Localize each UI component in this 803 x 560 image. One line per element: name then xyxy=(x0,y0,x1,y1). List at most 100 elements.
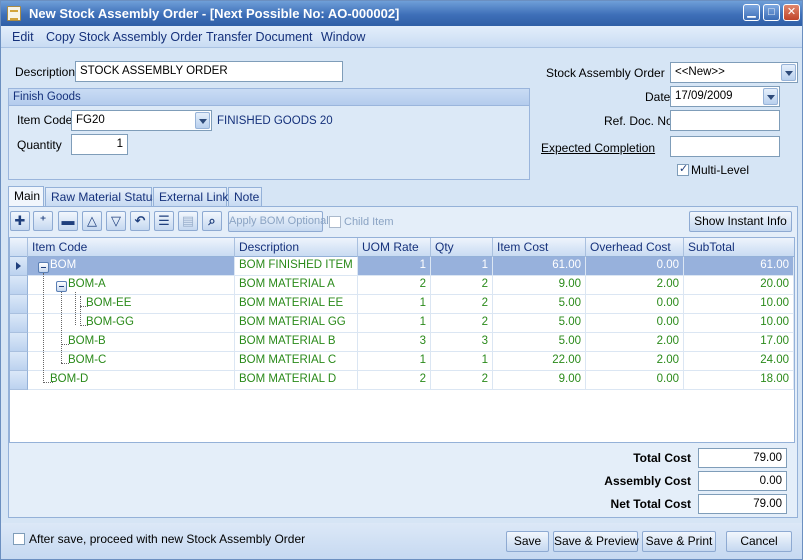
cell-subtotal[interactable]: 61.00 xyxy=(684,257,794,276)
date-picker[interactable]: 17/09/2009 xyxy=(670,86,780,107)
apply-bom-optional-button[interactable]: Apply BOM Optional xyxy=(228,211,329,232)
minimize-button[interactable]: ▁ xyxy=(743,4,760,21)
cell-qty[interactable]: 2 xyxy=(431,371,493,390)
cell-item-code[interactable]: BOM-B xyxy=(28,333,235,352)
table-row[interactable]: BOM-B BOM MATERIAL B 3 3 5.00 2.00 17.00 xyxy=(10,333,794,352)
cell-uom[interactable]: 2 xyxy=(358,276,431,295)
cell-qty[interactable]: 3 xyxy=(431,333,493,352)
tab-raw-material-status[interactable]: Raw Material Status xyxy=(45,187,158,206)
row-indicator[interactable] xyxy=(10,276,28,295)
title-bar[interactable]: New Stock Assembly Order - [Next Possibl… xyxy=(1,1,802,26)
cell-uom[interactable]: 2 xyxy=(358,371,431,390)
cell-item-code[interactable]: BOM xyxy=(28,257,235,276)
description-input[interactable]: STOCK ASSEMBLY ORDER xyxy=(75,61,343,82)
menu-window[interactable]: Window xyxy=(321,30,365,44)
cell-cost[interactable]: 61.00 xyxy=(493,257,586,276)
cell-overhead[interactable]: 0.00 xyxy=(586,295,684,314)
row-indicator[interactable] xyxy=(10,371,28,390)
cell-cost[interactable]: 22.00 xyxy=(493,352,586,371)
cell-desc[interactable]: BOM MATERIAL EE xyxy=(235,295,358,314)
menu-copy-stock-assembly-order[interactable]: Copy Stock Assembly Order xyxy=(46,30,202,44)
cell-desc[interactable]: BOM MATERIAL D xyxy=(235,371,358,390)
collapse-icon[interactable] xyxy=(56,281,67,292)
table-row[interactable]: BOM BOM FINISHED ITEM 1 1 61.00 0.00 61.00 xyxy=(10,257,794,276)
cell-uom[interactable]: 3 xyxy=(358,333,431,352)
list-icon[interactable]: ☰ xyxy=(154,211,174,231)
items-grid[interactable]: Item Code Description UOM Rate Qty Item … xyxy=(9,237,795,443)
cell-qty[interactable]: 2 xyxy=(431,295,493,314)
cell-cost[interactable]: 9.00 xyxy=(493,371,586,390)
save-button[interactable]: Save xyxy=(506,531,549,552)
quantity-input[interactable]: 1 xyxy=(71,134,128,155)
cell-subtotal[interactable]: 10.00 xyxy=(684,295,794,314)
row-indicator[interactable] xyxy=(10,333,28,352)
row-indicator[interactable] xyxy=(10,295,28,314)
item-code-combo[interactable]: FG20 xyxy=(71,110,212,131)
close-button[interactable]: ✕ xyxy=(783,4,800,21)
cell-qty[interactable]: 1 xyxy=(431,257,493,276)
collapse-icon[interactable] xyxy=(38,262,49,273)
save-print-button[interactable]: Save & Print xyxy=(642,531,716,552)
cell-cost[interactable]: 5.00 xyxy=(493,295,586,314)
expected-completion-input[interactable] xyxy=(670,136,780,157)
cell-desc[interactable]: BOM MATERIAL B xyxy=(235,333,358,352)
proceed-new-checkbox[interactable] xyxy=(13,533,25,545)
cell-qty[interactable]: 2 xyxy=(431,314,493,333)
table-row[interactable]: BOM-EE BOM MATERIAL EE 1 2 5.00 0.00 10.00 xyxy=(10,295,794,314)
menu-edit[interactable]: Edit xyxy=(12,30,34,44)
tab-note[interactable]: Note xyxy=(228,187,262,206)
search-icon[interactable]: ⌕ xyxy=(202,211,222,231)
cell-subtotal[interactable]: 18.00 xyxy=(684,371,794,390)
cell-desc[interactable]: BOM FINISHED ITEM xyxy=(235,257,358,276)
undo-icon[interactable]: ↶ xyxy=(130,211,150,231)
header-qty[interactable]: Qty xyxy=(431,238,493,257)
cell-uom[interactable]: 1 xyxy=(358,352,431,371)
cell-subtotal[interactable]: 17.00 xyxy=(684,333,794,352)
row-indicator[interactable] xyxy=(10,314,28,333)
cell-cost[interactable]: 5.00 xyxy=(493,314,586,333)
table-row[interactable]: BOM-GG BOM MATERIAL GG 1 2 5.00 0.00 10.00 xyxy=(10,314,794,333)
move-up-icon[interactable]: △ xyxy=(82,211,102,231)
tab-external-link[interactable]: External Link xyxy=(153,187,228,206)
cell-overhead[interactable]: 2.00 xyxy=(586,352,684,371)
cell-subtotal[interactable]: 24.00 xyxy=(684,352,794,371)
row-indicator[interactable] xyxy=(10,352,28,371)
cell-uom[interactable]: 1 xyxy=(358,295,431,314)
cell-uom[interactable]: 1 xyxy=(358,257,431,276)
header-item-cost[interactable]: Item Cost xyxy=(493,238,586,257)
ref-doc-input[interactable] xyxy=(670,110,780,131)
show-instant-info-button[interactable]: Show Instant Info xyxy=(689,211,792,232)
table-row[interactable]: BOM-A BOM MATERIAL A 2 2 9.00 2.00 20.00 xyxy=(10,276,794,295)
cell-cost[interactable]: 9.00 xyxy=(493,276,586,295)
calendar-dropdown-icon[interactable] xyxy=(763,88,778,105)
move-down-icon[interactable]: ▽ xyxy=(106,211,126,231)
table-row[interactable]: BOM-D BOM MATERIAL D 2 2 9.00 0.00 18.00 xyxy=(10,371,794,390)
save-preview-button[interactable]: Save & Preview xyxy=(553,531,639,552)
cell-overhead[interactable]: 2.00 xyxy=(586,276,684,295)
child-item-checkbox[interactable] xyxy=(329,216,341,228)
cell-overhead[interactable]: 0.00 xyxy=(586,314,684,333)
add-row-icon[interactable]: ✚ xyxy=(10,211,30,231)
header-uom-rate[interactable]: UOM Rate xyxy=(358,238,431,257)
cell-subtotal[interactable]: 20.00 xyxy=(684,276,794,295)
cell-uom[interactable]: 1 xyxy=(358,314,431,333)
cell-item-code[interactable]: BOM-C xyxy=(28,352,235,371)
chevron-down-icon[interactable] xyxy=(781,64,796,81)
cell-subtotal[interactable]: 10.00 xyxy=(684,314,794,333)
order-no-combo[interactable]: <<New>> xyxy=(670,62,798,83)
multi-level-checkbox[interactable] xyxy=(677,162,689,176)
insert-row-icon[interactable]: ⁺ xyxy=(33,211,53,231)
cell-item-code[interactable]: BOM-GG xyxy=(28,314,235,333)
menu-transfer-document[interactable]: Transfer Document xyxy=(206,30,313,44)
maximize-button[interactable]: □ xyxy=(763,4,780,21)
row-indicator[interactable] xyxy=(10,257,28,276)
header-subtotal[interactable]: SubTotal xyxy=(684,238,794,257)
cell-overhead[interactable]: 2.00 xyxy=(586,333,684,352)
cancel-button[interactable]: Cancel xyxy=(726,531,792,552)
cell-qty[interactable]: 2 xyxy=(431,276,493,295)
cell-desc[interactable]: BOM MATERIAL C xyxy=(235,352,358,371)
cell-overhead[interactable]: 0.00 xyxy=(586,371,684,390)
chevron-down-icon[interactable] xyxy=(195,112,210,129)
cell-desc[interactable]: BOM MATERIAL A xyxy=(235,276,358,295)
delete-row-icon[interactable]: ▬ xyxy=(58,211,78,231)
